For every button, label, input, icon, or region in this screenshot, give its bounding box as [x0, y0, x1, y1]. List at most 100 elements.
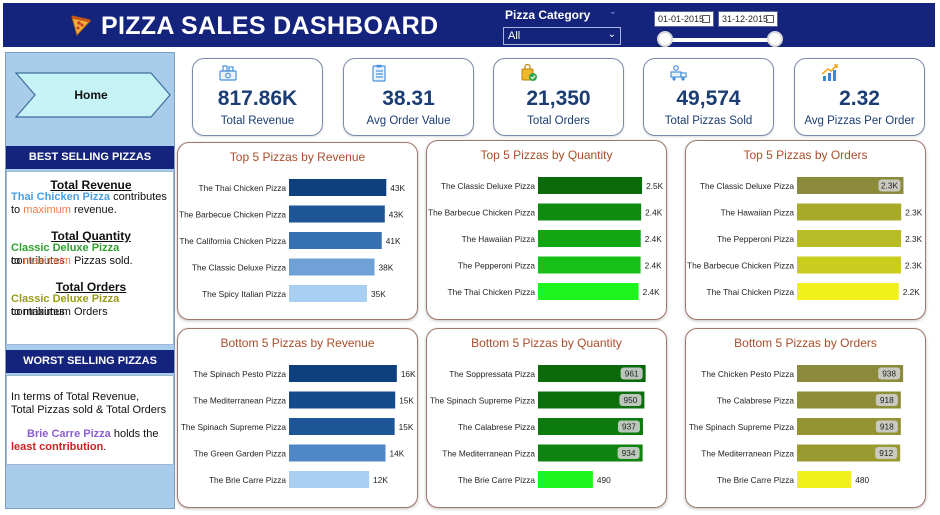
- filter-collapse-icon[interactable]: ⌄: [609, 7, 617, 17]
- bar[interactable]: [289, 258, 375, 276]
- bar[interactable]: [538, 177, 643, 194]
- bar[interactable]: [797, 256, 901, 274]
- category-label: The Thai Chicken Pizza: [707, 287, 795, 297]
- pizza-icon: [71, 15, 91, 36]
- category-label: The Thai Chicken Pizza: [448, 287, 536, 297]
- bar[interactable]: [289, 418, 395, 435]
- date-range-slider[interactable]: [665, 38, 777, 42]
- bar[interactable]: [797, 230, 902, 247]
- kpi-value: 2.32: [839, 87, 880, 110]
- data-label: 912: [879, 448, 893, 458]
- money-icon: [219, 65, 237, 81]
- kpi-value: 49,574: [676, 87, 741, 110]
- date-start-input[interactable]: 01-01-2015: [654, 11, 714, 27]
- data-label: 938: [882, 369, 896, 379]
- bar[interactable]: [797, 471, 852, 488]
- calendar-icon: [766, 15, 774, 23]
- data-label: 43K: [390, 183, 405, 193]
- best-quantity-title: Total Quantity: [51, 229, 131, 243]
- category-label: The Brie Carre Pizza: [717, 475, 794, 485]
- bar[interactable]: [538, 256, 641, 274]
- category-filter-dropdown[interactable]: All ⌄: [503, 27, 621, 45]
- bar[interactable]: [289, 179, 387, 196]
- data-label: 15K: [399, 396, 414, 406]
- date-slider-end-handle[interactable]: [767, 31, 783, 47]
- data-label: 12K: [373, 475, 388, 485]
- best-orders-line2: to maximum Orders: [11, 306, 108, 318]
- dashboard-root: PIZZA SALES DASHBOARD Pizza Category ⌄ A…: [0, 0, 940, 515]
- bar[interactable]: [538, 471, 593, 488]
- category-label: The Soppressata Pizza: [449, 369, 535, 379]
- data-label: 950: [623, 395, 637, 405]
- bar[interactable]: [289, 232, 382, 249]
- category-filter-value: All: [508, 30, 521, 42]
- bar[interactable]: [289, 365, 397, 382]
- category-label: The Mediterranean Pizza: [193, 396, 286, 406]
- kpi-total-pizzas-sold: 49,574 Total Pizzas Sold: [643, 58, 774, 136]
- best-orders-title: Total Orders: [55, 280, 127, 294]
- shopping-bag-icon: [521, 64, 537, 81]
- kpi-total-orders: 21,350 Total Orders: [493, 58, 624, 136]
- bar[interactable]: [797, 203, 902, 221]
- data-label: 43K: [389, 210, 404, 220]
- bar-chart-svg: The Spinach Pesto Pizza 16K The Mediterran…: [181, 365, 416, 488]
- date-slider-start-handle[interactable]: [657, 31, 673, 47]
- date-end-value: 31-12-2015: [722, 14, 769, 24]
- home-button-label: Home: [74, 88, 108, 102]
- category-label: The Brie Carre Pizza: [458, 475, 535, 485]
- category-label: The Mediterranean Pizza: [442, 449, 535, 459]
- category-label: The Calabrese Pizza: [458, 422, 535, 432]
- bar[interactable]: [797, 283, 899, 300]
- data-label: 2.2K: [903, 287, 921, 297]
- kpi-label: Avg Pizzas Per Order: [804, 115, 915, 127]
- bar[interactable]: [289, 471, 370, 488]
- category-label: The Spinach Supreme Pizza: [430, 396, 536, 406]
- data-label: 2.5K: [646, 181, 664, 191]
- bar-chart-svg: The Classic Deluxe Pizza 2.3K The Hawaiian…: [687, 177, 923, 300]
- data-label: 35K: [371, 289, 386, 299]
- bar-chart-svg: The Soppressata Pizza 961 The Spinach Supr…: [430, 365, 646, 488]
- kpi-value: 38.31: [382, 87, 435, 110]
- worst-line1: In terms of Total Revenue,: [11, 391, 140, 403]
- date-start-value: 01-01-2015: [658, 14, 705, 24]
- category-filter-label: Pizza Category: [505, 8, 591, 22]
- data-label: 480: [855, 475, 869, 485]
- calendar-icon: [702, 15, 710, 23]
- date-end-input[interactable]: 31-12-2015: [718, 11, 778, 27]
- chevron-down-icon: ⌄: [607, 29, 616, 40]
- kpi-avg-pizzas-per-order: 2.32 Avg Pizzas Per Order: [794, 58, 925, 136]
- category-label: The Barbecue Chicken Pizza: [179, 210, 286, 220]
- bar[interactable]: [289, 391, 396, 409]
- category-label: The Barbecue Chicken Pizza: [687, 261, 794, 271]
- kpi-value: 817.86K: [217, 87, 298, 110]
- delivery-icon: [670, 65, 687, 81]
- data-label: 38K: [379, 263, 394, 273]
- category-label: The Brie Carre Pizza: [209, 475, 286, 485]
- bar[interactable]: [289, 205, 385, 223]
- data-label: 2.4K: [643, 287, 661, 297]
- category-label: The California Chicken Pizza: [179, 236, 286, 246]
- category-label: The Calabrese Pizza: [717, 396, 794, 406]
- data-label: 918: [880, 422, 894, 432]
- data-label: 2.3K: [905, 234, 923, 244]
- kpi-value: 21,350: [526, 87, 591, 110]
- bar[interactable]: [538, 203, 642, 221]
- bar[interactable]: [289, 444, 386, 462]
- bar-chart-svg: The Thai Chicken Pizza 43K The Barbecue Ch…: [179, 179, 406, 302]
- bar[interactable]: [538, 230, 641, 247]
- category-label: The Classic Deluxe Pizza: [700, 181, 794, 191]
- category-label: The Spinach Supreme Pizza: [181, 422, 287, 432]
- data-label: 2.4K: [645, 261, 663, 271]
- best-revenue-line1: Thai Chicken Pizza contributes: [11, 191, 167, 203]
- worst-selling-box: In terms of Total Revenue, Total Pizzas …: [6, 375, 174, 465]
- data-label: 2.4K: [645, 234, 663, 244]
- category-label: The Classic Deluxe Pizza: [192, 263, 286, 273]
- bar[interactable]: [538, 283, 639, 300]
- growth-chart-icon: [821, 64, 838, 81]
- best-revenue-title: Total Revenue: [50, 178, 132, 192]
- category-label: The Spicy Italian Pizza: [202, 289, 286, 299]
- worst-line2: Total Pizzas sold & Total Orders: [11, 404, 167, 416]
- category-label: The Spinach Pesto Pizza: [193, 369, 286, 379]
- bar[interactable]: [289, 285, 368, 302]
- chart-bottom5-quantity: Bottom 5 Pizzas by Quantity The Soppress…: [426, 328, 667, 508]
